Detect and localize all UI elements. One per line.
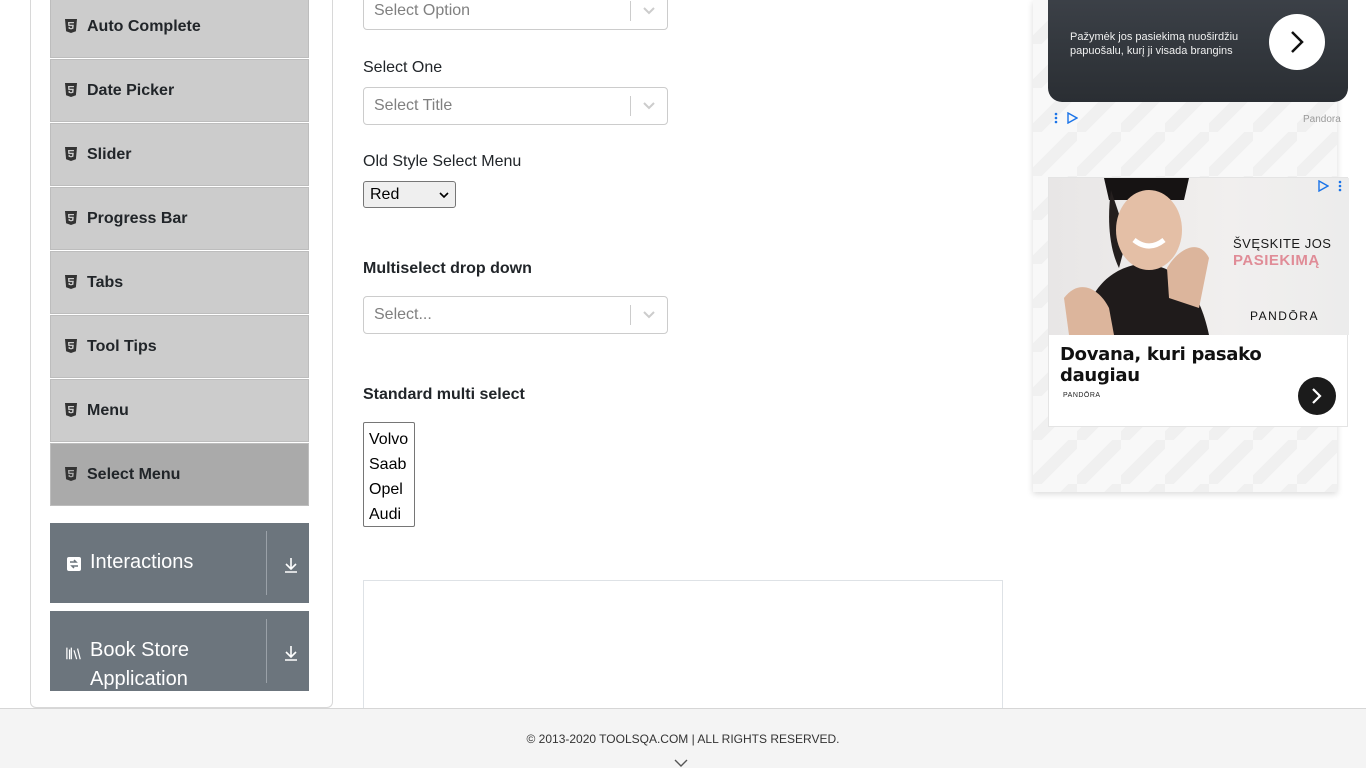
html5-icon [65,18,79,35]
ad-slogan-line2: PASIEKIMĄ [1233,252,1320,269]
sidebar-item-label: Menu [87,401,129,419]
ad-options-icon[interactable] [1337,180,1343,195]
html5-icon [65,146,79,163]
sidebar-item-slider[interactable]: Slider [50,123,309,186]
multiselect-label: Multiselect drop down [363,260,532,277]
chevron-down-icon[interactable] [631,6,667,16]
group-header-book-store[interactable]: Book Store Application [50,611,309,691]
option-audi[interactable]: Audi [364,502,414,527]
html5-icon [65,274,79,291]
select-placeholder: Select... [374,306,432,323]
html5-icon [65,466,79,483]
sidebar-item-date-picker[interactable]: Date Picker [50,59,309,122]
html5-icon [65,338,79,355]
select-placeholder: Select Title [374,97,453,114]
group-label: Book Store Application [90,639,189,690]
sidebar-item-select-menu[interactable]: Select Menu [50,443,309,506]
option-volvo[interactable]: Volvo [364,427,414,452]
interactions-icon [66,556,82,572]
sidebar-item-tool-tips[interactable]: Tool Tips [50,315,309,378]
sidebar-item-menu[interactable]: Menu [50,379,309,442]
standard-multi-select[interactable]: Volvo Saab Opel Audi [363,422,415,527]
old-style-select[interactable]: Red [363,181,456,208]
divider [266,619,267,683]
chevron-down-icon[interactable] [674,755,688,767]
download-icon[interactable] [282,556,300,574]
old-style-select-label: Old Style Select Menu [363,153,522,170]
ad-brand-small: PANDŌRA [1063,392,1101,399]
html5-icon [65,82,79,99]
chevron-down-icon [439,186,449,204]
sidebar-item-label: Slider [87,145,132,163]
ad-banner-top[interactable]: Pažymėk jos pasiekimą nuoširdžiu papuoša… [1048,0,1348,102]
ad-brand-logo: PANDŌRA [1250,309,1319,323]
sidebar-item-tabs[interactable]: Tabs [50,251,309,314]
standard-multi-select-label: Standard multi select [363,386,525,403]
sidebar-item-label: Date Picker [87,81,175,99]
adchoices-icon[interactable] [1317,179,1330,195]
ad-slogan-line1: ŠVĘSKITE JOS [1233,236,1332,251]
sidebar-item-label: Progress Bar [87,209,188,227]
sidebar-item-label: Auto Complete [87,17,201,35]
ad-headline[interactable]: Dovana, kuri pasako daugiau [1060,344,1347,386]
select-option-dropdown[interactable]: Select Option [363,0,668,30]
ad-options-icon[interactable] [1053,112,1059,127]
html5-icon [65,210,79,227]
select-title-dropdown[interactable]: Select Title [363,87,668,125]
ad-image: ŠVĘSKITE JOS PASIEKIMĄ PANDŌRA [1049,178,1349,335]
ad-arrow-button[interactable] [1269,14,1325,70]
select-one-label: Select One [363,59,443,76]
group-label: Interactions [90,551,194,573]
adchoices-icon[interactable] [1066,111,1079,127]
select-placeholder: Select Option [374,2,471,19]
chevron-down-icon[interactable] [631,101,667,111]
option-saab[interactable]: Saab [364,452,414,477]
ad-cta-button[interactable] [1298,377,1336,415]
sidebar-item-auto-complete[interactable]: Auto Complete [50,0,309,58]
ad-text: Pažymėk jos pasiekimą nuoširdžiu papuoša… [1070,31,1239,57]
sidebar-item-label: Tool Tips [87,337,157,355]
download-icon[interactable] [282,644,300,662]
footer: © 2013-2020 TOOLSQA.COM | ALL RIGHTS RES… [0,708,1366,768]
option-opel[interactable]: Opel [364,477,414,502]
group-header-interactions[interactable]: Interactions [50,523,309,603]
sidebar-item-label: Select Menu [87,465,181,483]
sidebar-item-label: Tabs [87,273,124,291]
chevron-right-icon [1291,31,1304,53]
ad-card-pandora[interactable]: ŠVĘSKITE JOS PASIEKIMĄ PANDŌRA Dovana, k… [1048,177,1349,427]
sidebar-item-progress-bar[interactable]: Progress Bar [50,187,309,250]
chevron-right-icon [1312,388,1322,404]
book-store-icon [66,645,82,661]
ad-placeholder-box [363,580,1003,720]
old-style-select-value: Red [370,185,400,203]
ad-advertiser-label: Pandora [1303,114,1341,125]
multiselect-dropdown[interactable]: Select... [363,296,668,334]
copyright-text: © 2013-2020 TOOLSQA.COM | ALL RIGHTS RES… [526,732,840,746]
chevron-down-icon[interactable] [631,310,667,320]
divider [266,531,267,595]
html5-icon [65,402,79,419]
